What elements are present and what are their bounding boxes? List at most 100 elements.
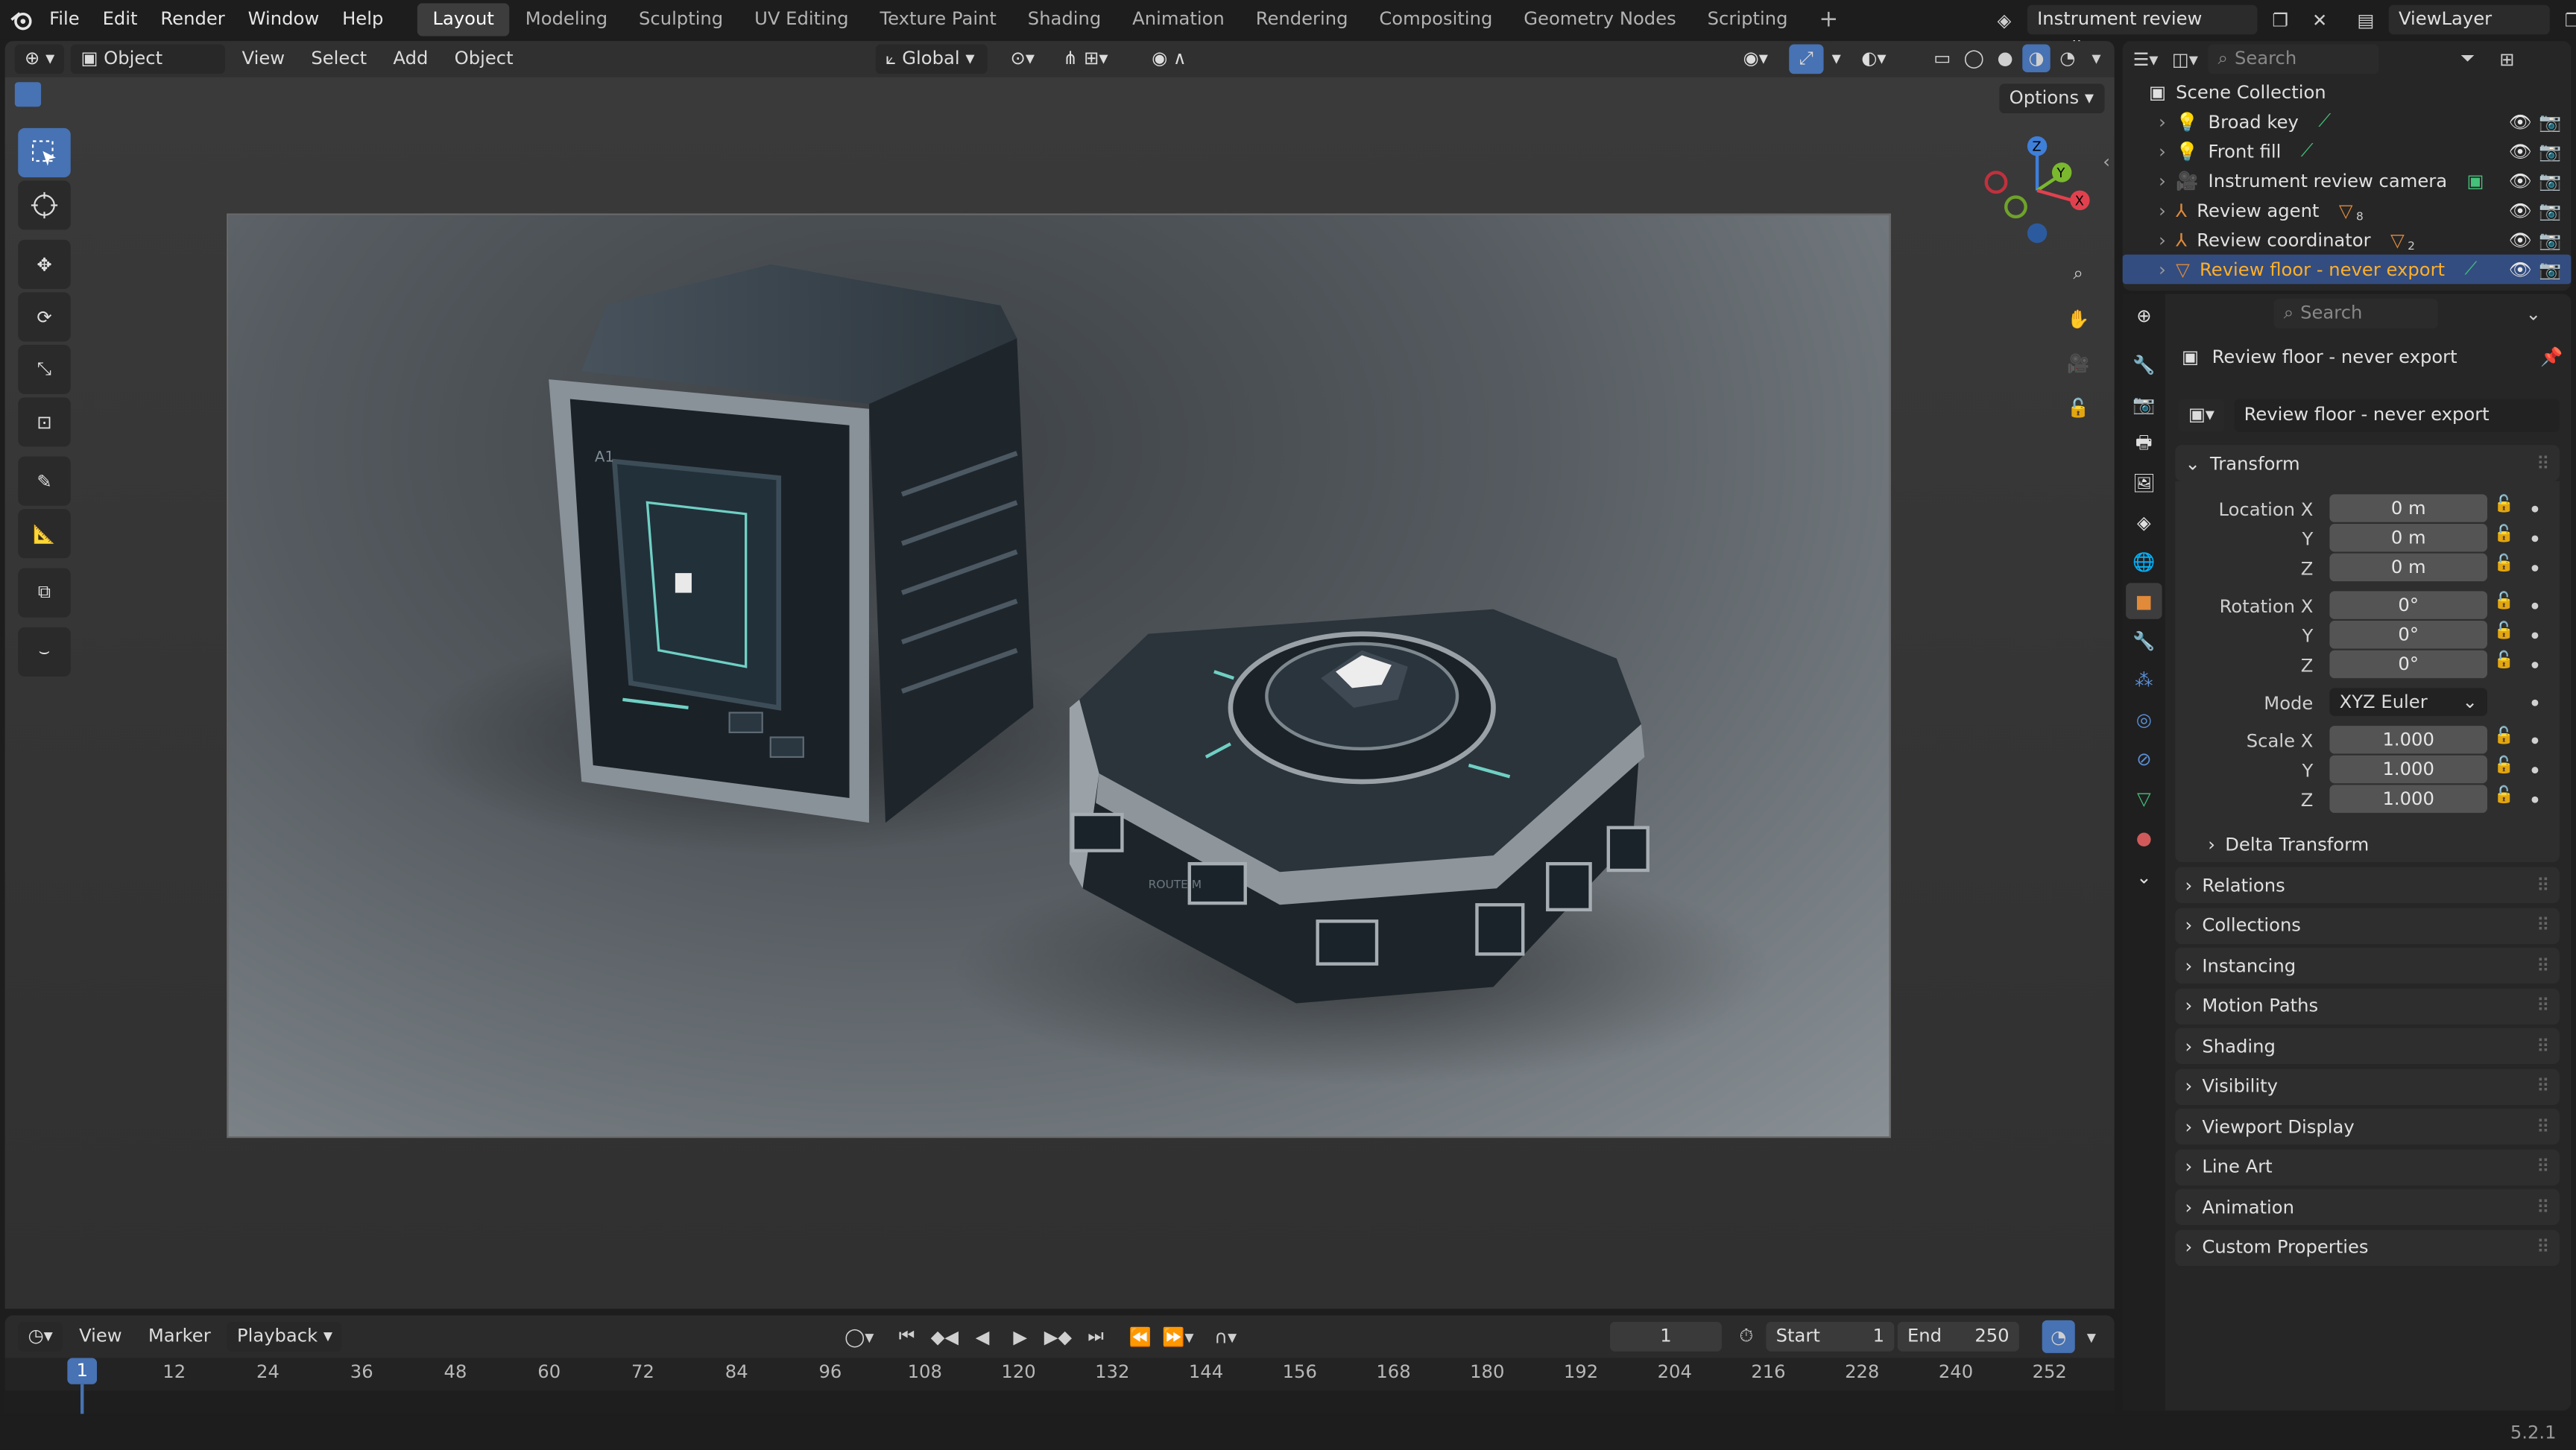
lock-icon[interactable]: 🔓 — [2494, 593, 2514, 611]
gizmo-icon[interactable]: ⤢ — [1789, 44, 1824, 75]
lock-icon[interactable]: 🔓 — [2494, 555, 2514, 573]
properties-search[interactable]: ⌕ Search — [2273, 299, 2438, 329]
timeline-editor-icon[interactable]: ◷▾ — [18, 1322, 63, 1352]
lock-icon[interactable]: 🔓 — [2494, 496, 2514, 514]
drag-handle-icon[interactable]: ⠿ — [2536, 1075, 2550, 1097]
tab-scripting[interactable]: Scripting — [1693, 3, 1803, 36]
panel-motion-paths[interactable]: › Motion Paths ⠿ — [2175, 987, 2560, 1025]
add-cube-tool-icon[interactable]: ⧉ — [18, 568, 71, 618]
visibility-icon[interactable]: ◉▾ — [1733, 45, 1778, 75]
sync-icon[interactable]: ◔ — [2042, 1320, 2075, 1353]
lock-icon[interactable]: 🔓 — [2494, 652, 2514, 670]
keyframe-dot-icon[interactable] — [2531, 565, 2539, 572]
drag-handle-icon[interactable]: ⠿ — [2536, 915, 2550, 937]
scene-icon[interactable]: ◈ — [1988, 3, 2021, 36]
lock-icon[interactable]: 🔓 — [2494, 757, 2514, 775]
new-scene-icon[interactable]: ❐ — [2264, 3, 2296, 36]
world-tab-icon[interactable]: 🌐 — [2126, 543, 2162, 579]
menu-add[interactable]: Add — [383, 45, 438, 75]
location-x-field[interactable]: 0 m — [2329, 494, 2488, 522]
tab-animation[interactable]: Animation — [1117, 3, 1239, 36]
scene-tab-icon[interactable]: ◈ — [2126, 504, 2162, 540]
expand-chevron-icon[interactable]: › — [2159, 170, 2166, 191]
props-options-icon[interactable]: ⌄ — [2517, 297, 2550, 330]
view-layer-icon[interactable]: ▤ — [2349, 3, 2382, 36]
eye-icon[interactable]: 👁 — [2509, 111, 2532, 133]
render-camera-icon[interactable]: 📷 — [2539, 111, 2561, 133]
keyframe-dot-icon[interactable] — [2531, 602, 2539, 610]
snap-icon[interactable]: ⋔ ⊞▾ — [1053, 45, 1118, 75]
rotate-tool-icon[interactable]: ⟳ — [18, 292, 71, 342]
transform-tool-icon[interactable]: ⊡ — [18, 397, 71, 447]
expand-chevron-icon[interactable]: › — [2159, 259, 2166, 280]
keyframe-dot-icon[interactable] — [2531, 662, 2539, 668]
options-button[interactable]: Options ▾ — [1999, 83, 2105, 114]
expand-chevron-icon[interactable]: › — [2159, 140, 2166, 162]
editor-type-props-icon[interactable]: ⊕ — [2126, 297, 2162, 333]
record-icon[interactable]: ◯▾ — [843, 1322, 876, 1352]
annotate-tool-icon[interactable]: ✎ — [18, 456, 71, 506]
tab-sculpting[interactable]: Sculpting — [624, 3, 738, 36]
output-tab-icon[interactable]: 🖶 — [2126, 425, 2162, 461]
menu-view[interactable]: View — [232, 45, 294, 75]
current-frame-field[interactable]: 1 — [1610, 1322, 1722, 1352]
menu-select[interactable]: Select — [301, 45, 376, 75]
lock-view-icon[interactable]: 🔓 — [2062, 391, 2094, 424]
drag-handle-icon[interactable]: ⠿ — [2536, 1236, 2550, 1258]
camera-view-icon[interactable]: 🎥 — [2062, 346, 2094, 379]
rendered-shading-icon[interactable]: ◔ — [2053, 45, 2081, 72]
rotation-mode-dropdown[interactable]: XYZ Euler ⌄ — [2329, 688, 2488, 716]
render-camera-icon[interactable]: 📷 — [2539, 229, 2561, 250]
outliner-item[interactable]: › 🎥 Instrument review camera ▣ 👁 📷 — [2123, 166, 2572, 196]
next-keyframe-icon[interactable]: ⏩▾ — [1161, 1322, 1194, 1352]
panel-line-art[interactable]: › Line Art ⠿ — [2175, 1148, 2560, 1185]
transform-panel-header[interactable]: ⌄ Transform ⠿ — [2175, 445, 2560, 481]
filter-icon[interactable]: ⏷ — [2452, 42, 2484, 75]
timeline-ruler[interactable]: 12 24 36 48 60 72 84 96 108 120 132 144 156 168 180 192… — [4, 1358, 2115, 1414]
drag-handle-icon[interactable]: ⠿ — [2536, 875, 2550, 896]
keyframe-dot-icon[interactable] — [2531, 535, 2539, 542]
eye-icon[interactable]: 👁 — [2509, 259, 2532, 280]
outliner-item[interactable]: › ⅄ Review agent ▽ 8 👁 📷 — [2123, 195, 2572, 225]
xray-icon[interactable]: ▭ — [1924, 45, 1960, 75]
tab-texture-paint[interactable]: Texture Paint — [865, 3, 1011, 36]
expand-chevron-icon[interactable]: › — [2159, 200, 2166, 221]
scene-collection-row[interactable]: ▣ Scene Collection — [2123, 77, 2572, 107]
new-collection-icon[interactable]: ⊞ — [2490, 42, 2523, 75]
view-layer-field[interactable]: ViewLayer — [2388, 4, 2550, 35]
tab-geometry-nodes[interactable]: Geometry Nodes — [1509, 3, 1690, 36]
proportional-edit-icon[interactable]: ◉ ∧ — [1142, 45, 1196, 75]
move-tool-icon[interactable]: ✥ — [18, 239, 71, 289]
location-z-field[interactable]: 0 m — [2329, 553, 2488, 582]
render-camera-icon[interactable]: 📷 — [2539, 200, 2561, 221]
prev-keyframe-icon[interactable]: ⏪ — [1124, 1322, 1157, 1352]
solid-shading-icon[interactable]: ● — [1991, 45, 2018, 72]
tab-layout[interactable]: Layout — [417, 3, 509, 37]
keyframe-dot-icon[interactable] — [2531, 796, 2539, 803]
delta-transform-subpanel[interactable]: › Delta Transform — [2208, 835, 2369, 856]
tab-uv-editing[interactable]: UV Editing — [739, 3, 863, 36]
panel-relations[interactable]: › Relations ⠿ — [2175, 867, 2560, 904]
jump-keyframe-forward-icon[interactable]: ▶◆ — [1041, 1322, 1074, 1352]
timeline-menu-playback[interactable]: Playback ▾ — [227, 1322, 343, 1352]
tab-compositing[interactable]: Compositing — [1365, 3, 1508, 36]
panel-shading[interactable]: › Shading ⠿ — [2175, 1028, 2560, 1065]
outliner-item[interactable]: › ▽ Review floor - never export ⟋ 👁 📷 — [2122, 254, 2572, 285]
pan-hand-icon[interactable]: ✋ — [2062, 302, 2094, 335]
3d-viewport[interactable]: Options ▾ A1 ROUTE M ✥ ⟳ ⤡ ⊡ ✎ 📐 ⧉ ⌣ Z Y… — [4, 77, 2115, 1309]
lock-icon[interactable]: 🔓 — [2494, 727, 2514, 745]
location-y-field[interactable]: 0 m — [2329, 524, 2488, 552]
armature-data-icon[interactable]: ▽ — [2390, 229, 2405, 250]
drag-handle-icon[interactable]: ⠿ — [2536, 995, 2550, 1017]
scale-y-field[interactable]: 1.000 — [2329, 755, 2488, 784]
render-tab-icon[interactable]: 📷 — [2126, 386, 2162, 422]
display-mode-icon[interactable]: ◫▾ — [2168, 42, 2201, 75]
rotation-z-field[interactable]: 0° — [2329, 650, 2488, 679]
stopwatch-icon[interactable]: ⏱ — [1730, 1320, 1763, 1353]
panel-instancing[interactable]: › Instancing ⠿ — [2175, 947, 2560, 984]
rotation-y-field[interactable]: 0° — [2329, 621, 2488, 649]
armature-data-icon[interactable]: ▽ — [2339, 200, 2353, 221]
render-camera-icon[interactable]: 📷 — [2539, 170, 2561, 191]
tab-modeling[interactable]: Modeling — [511, 3, 622, 36]
shading-dropdown-icon[interactable]: ▾ — [2085, 45, 2108, 72]
